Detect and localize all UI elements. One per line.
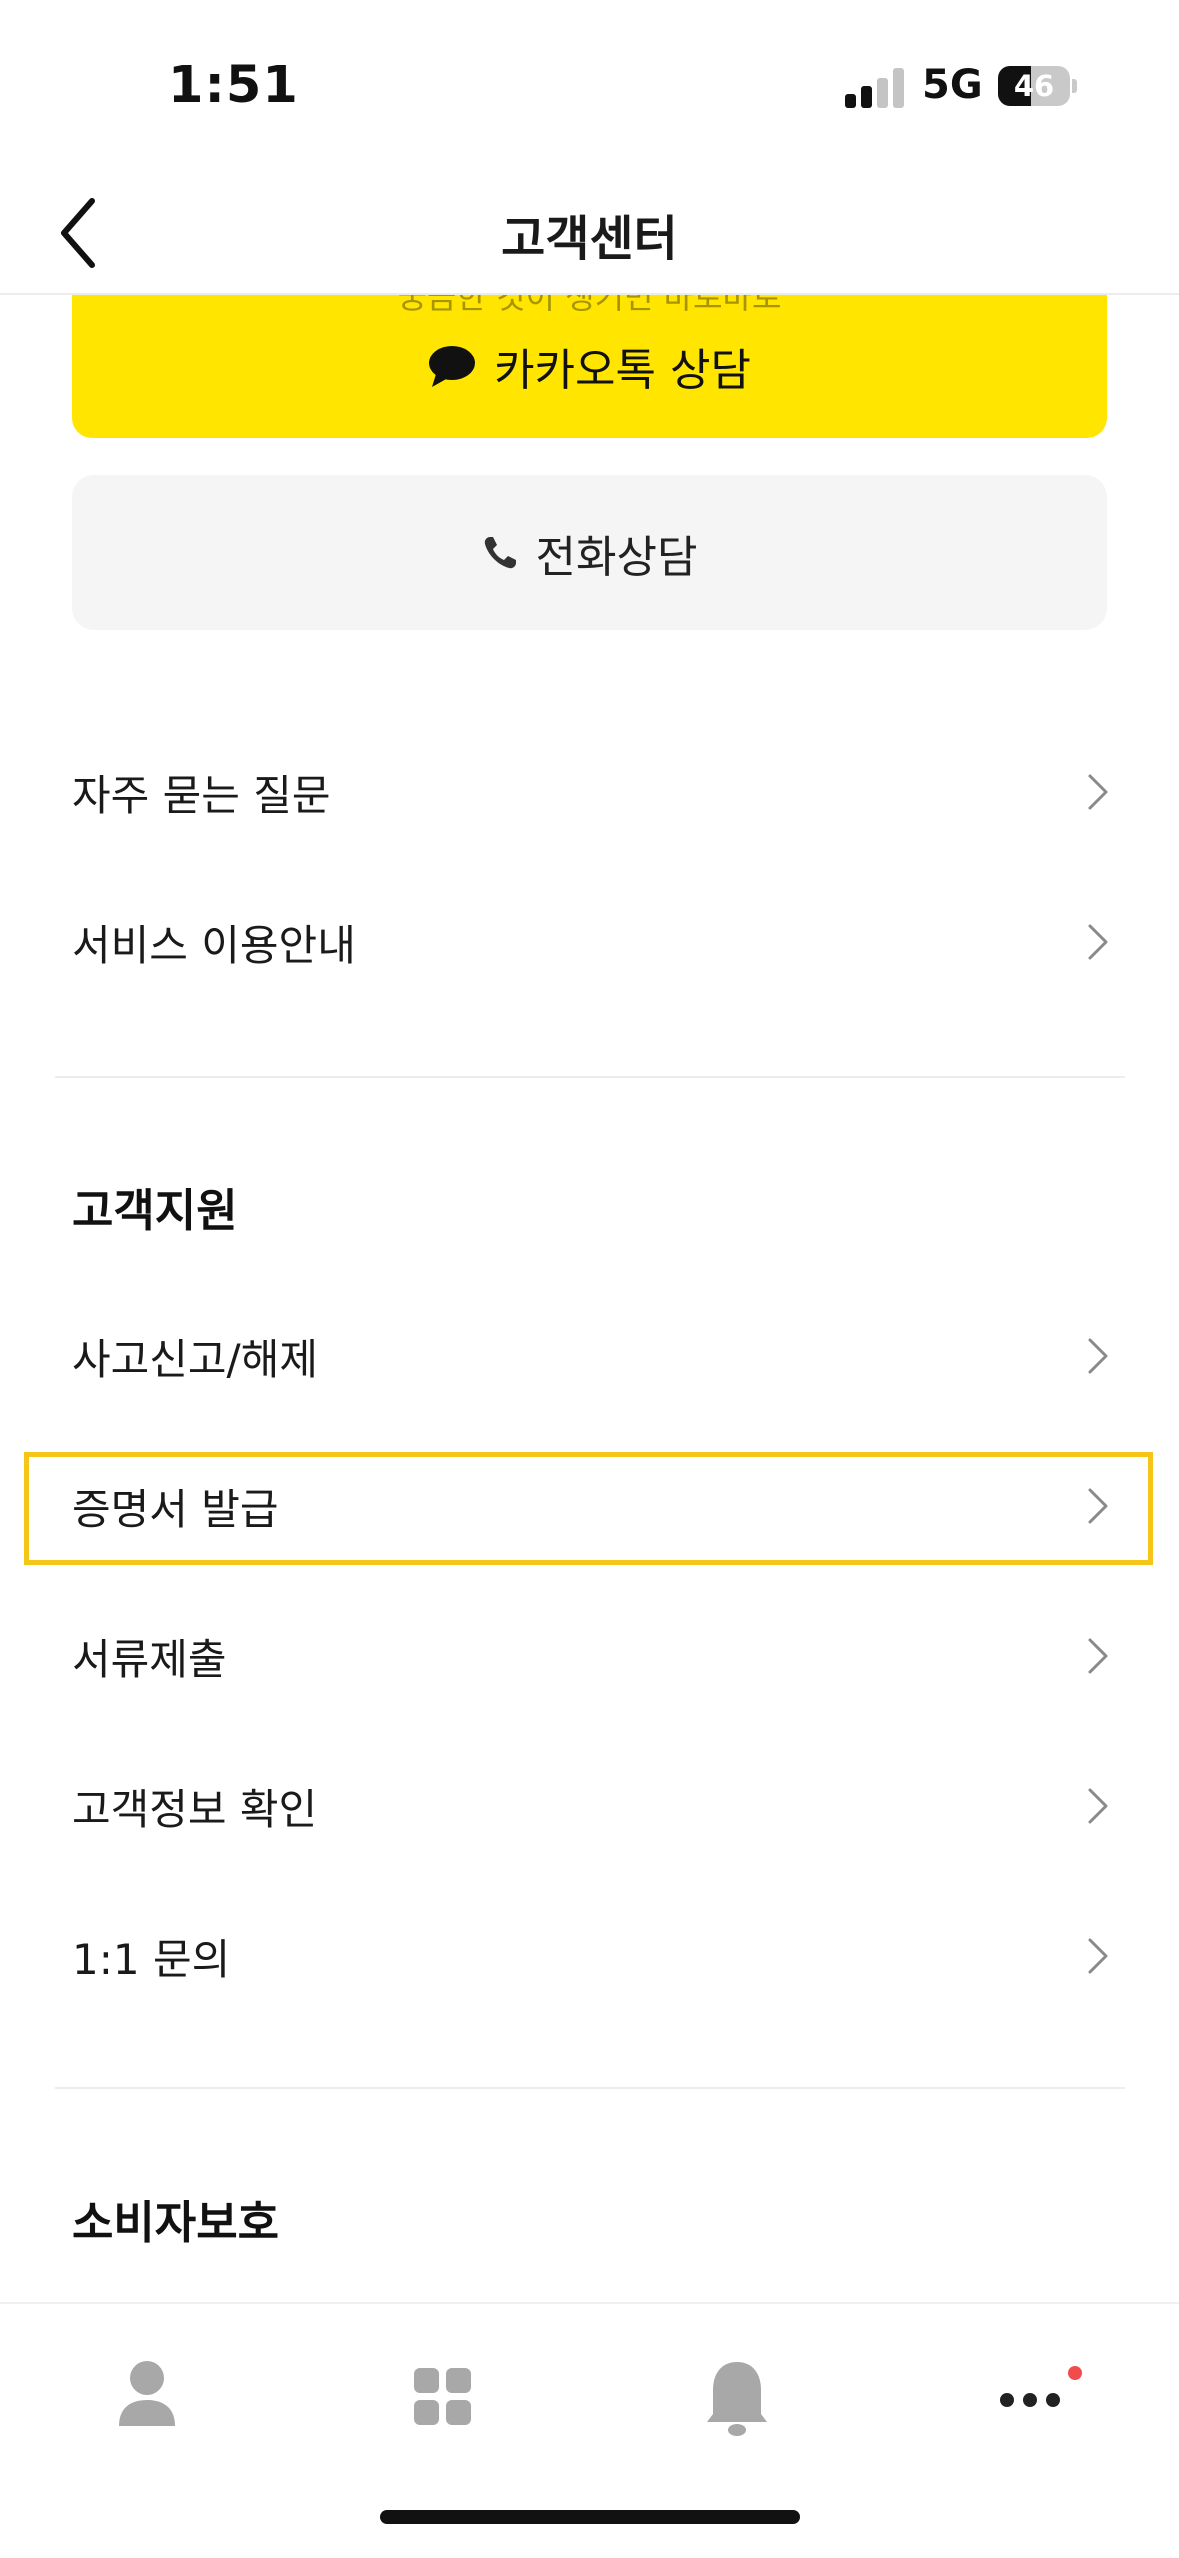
- menu-item-service-guide[interactable]: 서비스 이용안내: [72, 892, 1112, 992]
- status-bar: 1:51 5G 46: [0, 0, 1179, 175]
- chevron-right-icon: [1088, 924, 1108, 960]
- tab-more[interactable]: [975, 2344, 1095, 2454]
- chevron-right-icon: [1088, 1338, 1108, 1374]
- menu-item-label: 증명서 발급: [72, 1484, 279, 1534]
- phone-icon: [484, 536, 516, 568]
- menu-item-label: 자주 묻는 질문: [72, 770, 331, 820]
- tab-notifications[interactable]: [677, 2344, 797, 2454]
- menu-item-customer-info[interactable]: 고객정보 확인: [72, 1756, 1112, 1856]
- status-time: 1:51: [168, 56, 299, 115]
- network-type: 5G: [922, 62, 983, 108]
- more-dots-icon: [1000, 2393, 1060, 2407]
- kakao-consult-label: 카카오톡 상담: [494, 345, 751, 396]
- menu-item-certificate-issue[interactable]: 증명서 발급: [72, 1456, 1112, 1556]
- bell-icon: [707, 2362, 767, 2436]
- notification-badge: [1068, 2366, 1082, 2380]
- person-icon: [119, 2361, 175, 2426]
- kakao-consult-button[interactable]: 궁금한 것이 생기면 바로바로 카카오톡 상담: [72, 278, 1107, 438]
- page-title: 고객센터: [501, 211, 678, 267]
- chevron-right-icon: [1088, 774, 1108, 810]
- tab-profile[interactable]: [87, 2344, 207, 2454]
- menu-item-label: 사고신고/해제: [72, 1334, 318, 1384]
- section-divider: [55, 2087, 1125, 2089]
- grid-icon: [414, 2368, 471, 2425]
- section-title-consumer-protection: 소비자보호: [72, 2196, 280, 2249]
- menu-item-label: 서비스 이용안내: [72, 920, 356, 970]
- chevron-right-icon: [1088, 1488, 1108, 1524]
- battery-percent: 46: [1013, 69, 1055, 103]
- signal-icon: [845, 68, 905, 108]
- chevron-right-icon: [1088, 1638, 1108, 1674]
- menu-item-label: 고객정보 확인: [72, 1784, 318, 1834]
- menu-item-accident-report[interactable]: 사고신고/해제: [72, 1306, 1112, 1406]
- phone-consult-label: 전화상담: [535, 531, 698, 583]
- menu-item-document-submit[interactable]: 서류제출: [72, 1606, 1112, 1706]
- speech-bubble-icon: [429, 346, 476, 387]
- menu-item-inquiry[interactable]: 1:1 문의: [72, 1906, 1112, 2006]
- chevron-right-icon: [1088, 1788, 1108, 1824]
- home-indicator: [380, 2510, 800, 2524]
- nav-header: 고객센터: [0, 175, 1179, 295]
- menu-item-label: 서류제출: [72, 1634, 227, 1684]
- tab-menu-grid[interactable]: [383, 2344, 503, 2454]
- phone-consult-button[interactable]: 전화상담: [72, 475, 1107, 630]
- menu-item-faq[interactable]: 자주 묻는 질문: [72, 742, 1112, 842]
- section-divider: [55, 1076, 1125, 1078]
- menu-item-label: 1:1 문의: [72, 1934, 231, 1984]
- section-title-customer-support: 고객지원: [72, 1184, 238, 1237]
- battery-icon: 46: [998, 66, 1077, 106]
- chevron-right-icon: [1088, 1938, 1108, 1974]
